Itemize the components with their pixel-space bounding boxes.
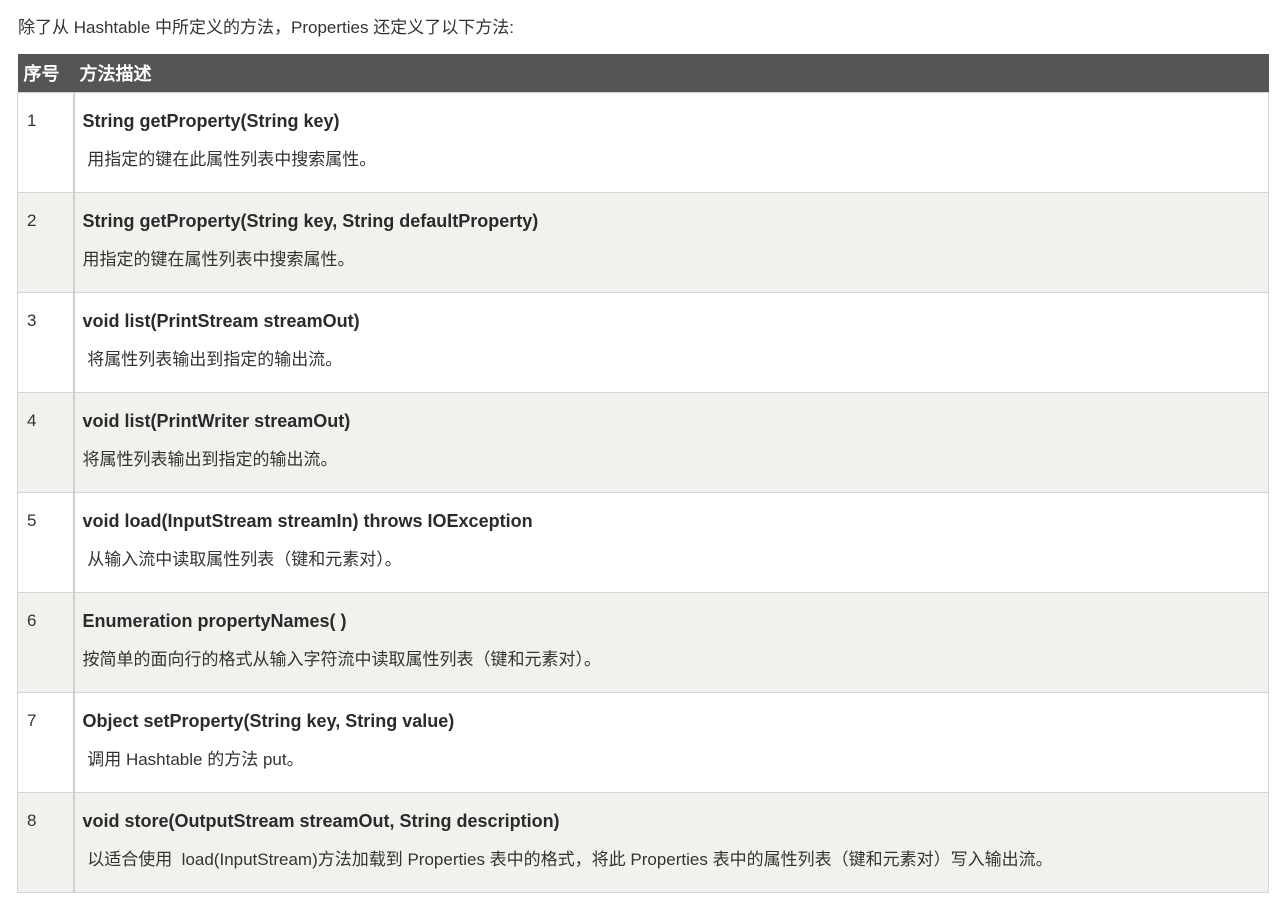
- row-number: 2: [17, 192, 74, 293]
- method-cell: String getProperty(String key) 用指定的键在此属性…: [72, 92, 1269, 193]
- method-cell: void load(InputStream streamIn) throws I…: [72, 492, 1269, 593]
- method-description: 按简单的面向行的格式从输入字符流中读取属性列表（键和元素对）。: [82, 650, 602, 669]
- row-number: 4: [17, 392, 74, 493]
- row-number: 7: [17, 692, 74, 793]
- row-number: 6: [17, 592, 74, 693]
- method-description: 从输入流中读取属性列表（键和元素对）。: [82, 550, 402, 569]
- table-row: 7 Object setProperty(String key, String …: [17, 692, 1269, 793]
- methods-table: 序号 方法描述 1 String getProperty(String key)…: [17, 54, 1269, 893]
- method-signature: void list(PrintWriter streamOut): [82, 411, 351, 431]
- table-row: 5 void load(InputStream streamIn) throws…: [17, 492, 1269, 593]
- method-cell: void list(PrintWriter streamOut) 将属性列表输出…: [72, 392, 1269, 493]
- row-number: 1: [17, 92, 74, 193]
- row-number: 5: [17, 492, 74, 593]
- method-description: 用指定的键在此属性列表中搜索属性。: [82, 150, 377, 169]
- method-signature: void list(PrintStream streamOut): [82, 311, 360, 331]
- method-cell: void list(PrintStream streamOut) 将属性列表输出…: [72, 292, 1269, 393]
- method-signature: Object setProperty(String key, String va…: [82, 711, 455, 731]
- header-description: 方法描述: [73, 54, 1269, 93]
- table-row: 4 void list(PrintWriter streamOut) 将属性列表…: [17, 392, 1269, 493]
- method-description: 以适合使用 load(InputStream)方法加载到 Properties …: [82, 850, 1053, 869]
- method-cell: String getProperty(String key, String de…: [72, 192, 1269, 293]
- table-header: 序号 方法描述: [17, 54, 1269, 93]
- table-row: 8 void store(OutputStream streamOut, Str…: [17, 792, 1269, 893]
- method-description: 调用 Hashtable 的方法 put。: [82, 750, 304, 769]
- row-number: 8: [17, 792, 74, 893]
- method-cell: Enumeration propertyNames( ) 按简单的面向行的格式从…: [72, 592, 1269, 693]
- table-row: 3 void list(PrintStream streamOut) 将属性列表…: [17, 292, 1269, 393]
- method-description: 将属性列表输出到指定的输出流。: [82, 350, 343, 369]
- header-number: 序号: [17, 54, 74, 93]
- row-number: 3: [17, 292, 74, 393]
- method-description: 将属性列表输出到指定的输出流。: [82, 450, 338, 469]
- method-signature: String getProperty(String key): [82, 111, 340, 131]
- table-row: 1 String getProperty(String key) 用指定的键在此…: [17, 92, 1269, 193]
- method-signature: Enumeration propertyNames( ): [82, 611, 347, 631]
- method-signature: void store(OutputStream streamOut, Strin…: [82, 811, 560, 831]
- table-row: 6 Enumeration propertyNames( ) 按简单的面向行的格…: [17, 592, 1269, 693]
- method-description: 用指定的键在属性列表中搜索属性。: [82, 250, 355, 269]
- intro-text: 除了从 Hashtable 中所定义的方法，Properties 还定义了以下方…: [18, 18, 514, 37]
- table-row: 2 String getProperty(String key, String …: [17, 192, 1269, 293]
- method-cell: Object setProperty(String key, String va…: [72, 692, 1269, 793]
- method-signature: String getProperty(String key, String de…: [82, 211, 539, 231]
- method-signature: void load(InputStream streamIn) throws I…: [82, 511, 533, 531]
- method-cell: void store(OutputStream streamOut, Strin…: [72, 792, 1269, 893]
